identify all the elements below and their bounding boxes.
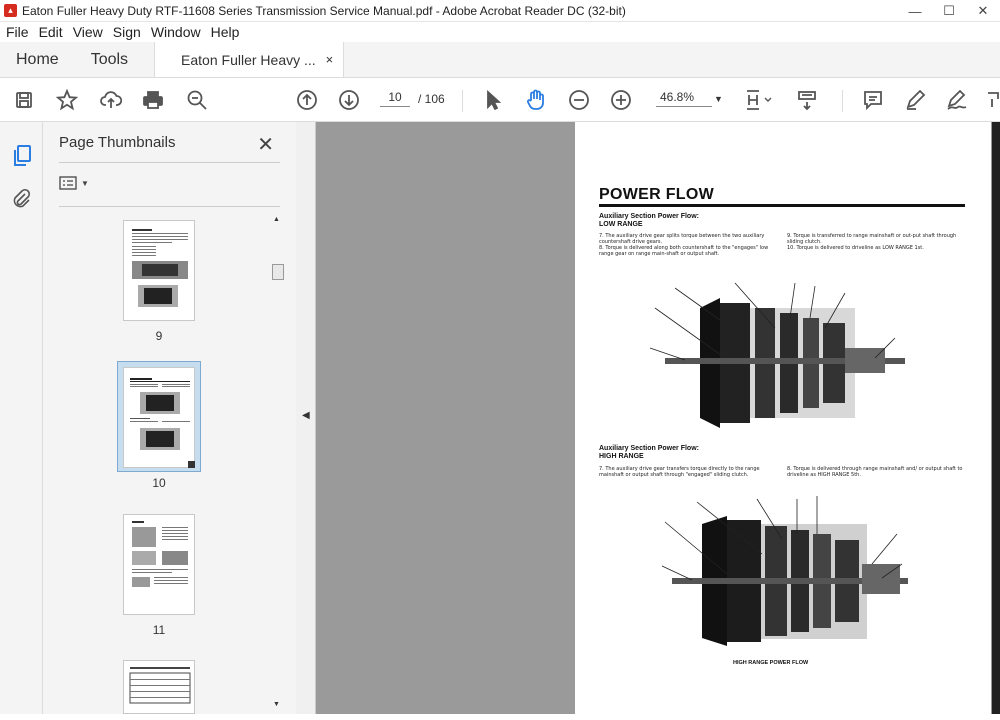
page-navigator: 10 / 106 [380,90,445,107]
section2-right-text: 8. Torque is delivered through range mai… [787,466,963,478]
total-pages-label: / 106 [418,91,445,106]
minimize-button[interactable]: — [898,0,932,22]
toolbar-divider [842,90,843,112]
scroll-mode-icon[interactable] [794,88,820,112]
upload-cloud-icon[interactable] [98,88,124,112]
section1-right-text: 9. Torque is transferred to range mainsh… [787,233,957,251]
section2-subtitle: HIGH RANGE [599,453,644,460]
section1-subtitle: LOW RANGE [599,221,643,228]
thumbnail-page-10[interactable] [123,367,195,468]
divider [59,162,280,163]
menu-bar: File Edit View Sign Window Help [0,22,1000,42]
thumbnail-label-10: 10 [152,476,166,490]
heading-rule [599,204,965,207]
menu-window[interactable]: Window [145,24,205,40]
page-heading: POWER FLOW [599,186,714,203]
main-toolbar: 10 / 106 46.8% ▼ [0,78,1000,122]
thumbnail-label-11: 11 [152,623,166,637]
scroll-up-icon[interactable]: ▲ [273,216,280,223]
zoom-in-icon[interactable] [608,88,634,112]
panel-collapse-handle[interactable]: ◀ [296,122,316,714]
adjacent-page-edge [992,122,1000,714]
document-viewport[interactable]: POWER FLOW Auxiliary Section Power Flow:… [316,122,1000,714]
section2-title: Auxiliary Section Power Flow: [599,445,699,452]
tab-close-icon[interactable]: × [326,52,334,67]
scroll-down-icon[interactable]: ▼ [273,701,280,708]
left-navigation-rail [0,122,43,714]
menu-edit[interactable]: Edit [33,24,67,40]
close-panel-icon[interactable]: ✕ [257,132,274,157]
thumbnail-page-12[interactable] [123,660,195,714]
zoom-value: 46.8% [656,90,712,107]
next-page-icon[interactable] [336,88,362,112]
toolbar-divider [462,90,463,112]
menu-view[interactable]: View [67,24,107,40]
highlight-pen-icon[interactable] [902,88,928,112]
thumbnail-scrollbar[interactable]: ▲ ▼ [270,214,286,710]
previous-page-icon[interactable] [294,88,320,112]
comment-icon[interactable] [860,88,886,112]
bookmark-star-icon[interactable] [54,88,80,112]
hand-tool-icon[interactable] [522,88,550,112]
page-thumbnails-icon[interactable] [11,144,33,173]
tab-home[interactable]: Home [0,42,75,77]
list-options-icon [59,176,77,190]
acrobat-app-icon: ▴ [4,4,17,17]
chevron-down-icon: ▼ [714,93,723,104]
sign-icon[interactable] [944,88,970,112]
section1-title: Auxiliary Section Power Flow: [599,213,699,220]
thumbnail-options-button[interactable]: ▼ [59,176,89,190]
select-cursor-icon[interactable] [482,88,504,112]
attachments-paperclip-icon[interactable] [11,188,31,215]
thumbnail-page-11[interactable] [123,514,195,615]
save-icon[interactable] [12,88,36,112]
chevron-left-icon: ◀ [302,410,310,421]
section2-left-text: 7. The auxiliary drive gear transfers to… [599,466,760,478]
figure-caption: HIGH RANGE POWER FLOW [733,660,809,666]
window-title: Eaton Fuller Heavy Duty RTF-11608 Series… [22,3,626,18]
tab-tools[interactable]: Tools [75,42,144,77]
thumbnail-page-9[interactable] [123,220,195,321]
tab-document[interactable]: Eaton Fuller Heavy ... × [154,42,345,77]
chevron-down-icon: ▼ [81,178,89,188]
zoom-out-icon[interactable] [566,88,592,112]
panel-title: Page Thumbnails [59,134,176,151]
zoom-search-icon[interactable] [184,88,210,112]
pdf-page: POWER FLOW Auxiliary Section Power Flow:… [575,122,991,714]
page-fit-icon[interactable] [742,88,776,112]
more-tools-icon[interactable] [984,88,1000,112]
tab-bar: Home Tools Eaton Fuller Heavy ... × [0,42,1000,78]
menu-file[interactable]: File [0,24,33,40]
high-range-transmission-illustration [657,494,913,658]
menu-sign[interactable]: Sign [107,24,145,40]
low-range-transmission-illustration [645,278,911,440]
scrollbar-thumb[interactable] [272,264,284,280]
menu-help[interactable]: Help [205,24,244,40]
maximize-button[interactable]: ☐ [932,0,966,22]
section1-left-text: 7. The auxiliary drive gear splits torqu… [599,233,769,257]
window-titlebar: ▴ Eaton Fuller Heavy Duty RTF-11608 Seri… [0,0,1000,22]
close-window-button[interactable]: ✕ [966,0,1000,22]
current-page-input[interactable]: 10 [380,90,410,107]
divider [59,206,280,207]
zoom-dropdown[interactable]: 46.8% ▼ [656,90,723,107]
thumbnail-label-9: 9 [155,329,163,343]
print-icon[interactable] [140,88,166,112]
tab-document-label: Eaton Fuller Heavy ... [181,51,316,68]
